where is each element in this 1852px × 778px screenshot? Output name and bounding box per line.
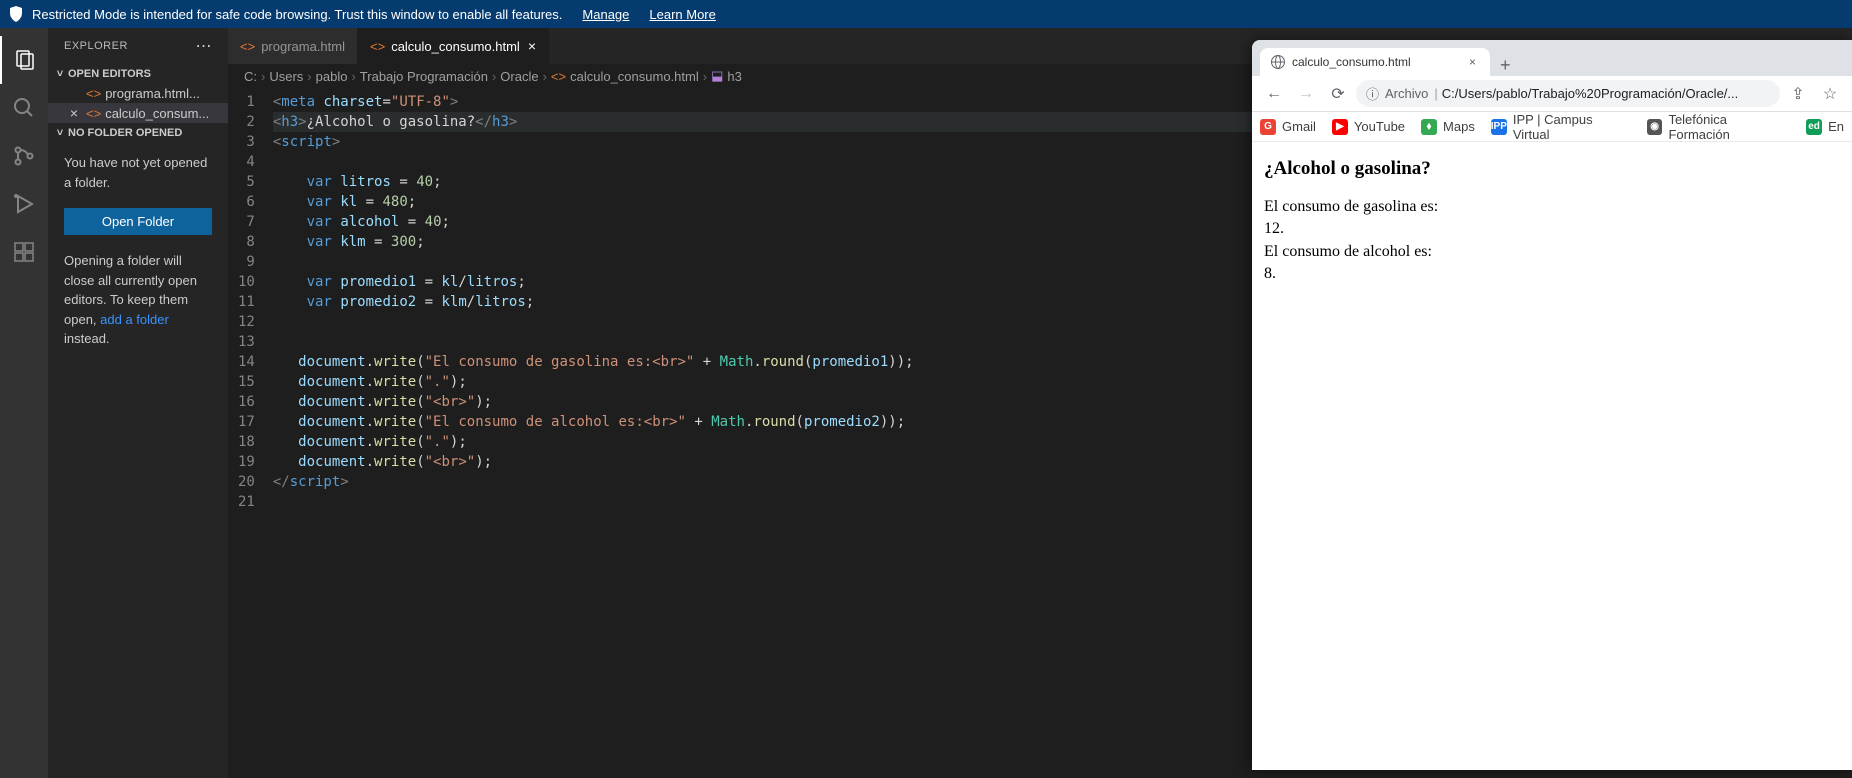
bookmark-label: Maps: [1443, 119, 1475, 134]
bookmark-item[interactable]: ◉ Telefónica Formación: [1647, 112, 1790, 142]
info-icon[interactable]: ⓘ: [1366, 84, 1379, 103]
bookmark-icon: IPP: [1491, 119, 1507, 135]
bookmark-label: YouTube: [1354, 119, 1405, 134]
bookmark-item[interactable]: ed En: [1806, 119, 1844, 135]
chevron-down-icon: ˅: [52, 68, 68, 80]
bookmark-icon: G: [1260, 119, 1276, 135]
tab-label: calculo_consumo.html: [391, 39, 520, 54]
page-line: El consumo de gasolina es:: [1264, 196, 1840, 218]
activity-bar: [0, 28, 48, 778]
no-folder-message: You have not yet opened a folder.: [48, 143, 228, 202]
browser-toolbar: ← → ⟳ ⓘ Archivo | C:/Users/pablo/Trabajo…: [1252, 76, 1852, 112]
add-folder-link[interactable]: add a folder: [100, 312, 169, 327]
html-file-icon: <>: [86, 106, 101, 121]
learn-more-link[interactable]: Learn More: [649, 7, 715, 22]
editor-tab[interactable]: <> calculo_consumo.html ×: [358, 28, 549, 64]
bookmark-label: En: [1828, 119, 1844, 134]
close-icon[interactable]: ×: [1465, 55, 1480, 69]
sidebar-more-icon[interactable]: ⋯: [196, 36, 213, 56]
banner-text: Restricted Mode is intended for safe cod…: [32, 7, 562, 22]
symbol-icon: ⬓: [711, 68, 723, 84]
source-control-icon[interactable]: [0, 132, 48, 180]
restricted-mode-banner: Restricted Mode is intended for safe cod…: [0, 0, 1852, 28]
share-icon[interactable]: ⇪: [1784, 80, 1812, 108]
shield-icon: [8, 6, 24, 22]
bookmark-item[interactable]: ▶ YouTube: [1332, 119, 1405, 135]
open-editors-header[interactable]: ˅ OPEN EDITORS: [48, 64, 228, 84]
folder-hint-message: Opening a folder will close all currentl…: [48, 241, 228, 359]
browser-tab[interactable]: calculo_consumo.html ×: [1260, 48, 1490, 76]
bookmark-item[interactable]: G Gmail: [1260, 119, 1316, 135]
tab-label: programa.html: [261, 39, 345, 54]
html-file-icon: <>: [86, 86, 101, 101]
bookmark-label: Gmail: [1282, 119, 1316, 134]
open-folder-button[interactable]: Open Folder: [64, 208, 212, 235]
sidebar-header: EXPLORER ⋯: [48, 28, 228, 64]
open-editor-item[interactable]: <> programa.html...: [48, 84, 228, 103]
browser-window: calculo_consumo.html × + ← → ⟳ ⓘ Archivo…: [1252, 40, 1852, 770]
new-tab-button[interactable]: +: [1490, 55, 1521, 76]
html-file-icon: <>: [370, 39, 385, 54]
bookmark-item[interactable]: IPP IPP | Campus Virtual: [1491, 112, 1631, 142]
star-icon[interactable]: ☆: [1816, 80, 1844, 108]
globe-icon: [1270, 54, 1286, 70]
html-file-icon: <>: [240, 39, 255, 54]
bookmark-icon: ◉: [1647, 119, 1663, 135]
explorer-icon[interactable]: [0, 36, 48, 84]
page-line: 8.: [1264, 263, 1840, 285]
line-numbers: 123456789101112131415161718192021: [228, 88, 273, 778]
editor-name: calculo_consum...: [105, 106, 209, 121]
forward-button[interactable]: →: [1292, 80, 1320, 108]
bookmark-icon: ▶: [1332, 119, 1348, 135]
close-icon[interactable]: ×: [528, 38, 536, 54]
no-folder-header[interactable]: ˅ NO FOLDER OPENED: [48, 123, 228, 143]
editor-tab[interactable]: <> programa.html: [228, 28, 358, 64]
page-heading: ¿Alcohol o gasolina?: [1264, 158, 1840, 180]
browser-tab-bar: calculo_consumo.html × +: [1252, 40, 1852, 76]
address-bar[interactable]: ⓘ Archivo | C:/Users/pablo/Trabajo%20Pro…: [1356, 80, 1780, 107]
extensions-icon[interactable]: [0, 228, 48, 276]
close-icon[interactable]: ×: [66, 105, 82, 121]
reload-button[interactable]: ⟳: [1324, 80, 1352, 108]
open-editor-item[interactable]: × <> calculo_consum...: [48, 103, 228, 123]
browser-tab-title: calculo_consumo.html: [1292, 55, 1465, 69]
bookmark-icon: ed: [1806, 119, 1822, 135]
chevron-down-icon: ˅: [52, 127, 68, 139]
bookmarks-bar: G Gmail ▶ YouTube ⬧ Maps IPP IPP | Campus Virtu…: [1252, 112, 1852, 142]
sidebar-title: EXPLORER: [64, 40, 128, 52]
bookmark-item[interactable]: ⬧ Maps: [1421, 119, 1475, 135]
bookmark-icon: ⬧: [1421, 119, 1437, 135]
address-url: C:/Users/pablo/Trabajo%20Programación/Or…: [1442, 86, 1770, 101]
bookmark-label: Telefónica Formación: [1668, 112, 1790, 142]
bookmark-label: IPP | Campus Virtual: [1513, 112, 1631, 142]
page-line: El consumo de alcohol es:: [1264, 241, 1840, 263]
editor-name: programa.html...: [105, 86, 200, 101]
html-file-icon: <>: [551, 69, 566, 84]
manage-link[interactable]: Manage: [582, 7, 629, 22]
page-content: ¿Alcohol o gasolina? El consumo de gasol…: [1252, 142, 1852, 302]
sidebar: EXPLORER ⋯ ˅ OPEN EDITORS <> programa.ht…: [48, 28, 228, 778]
back-button[interactable]: ←: [1260, 80, 1288, 108]
search-icon[interactable]: [0, 84, 48, 132]
run-debug-icon[interactable]: [0, 180, 48, 228]
page-line: 12.: [1264, 218, 1840, 240]
